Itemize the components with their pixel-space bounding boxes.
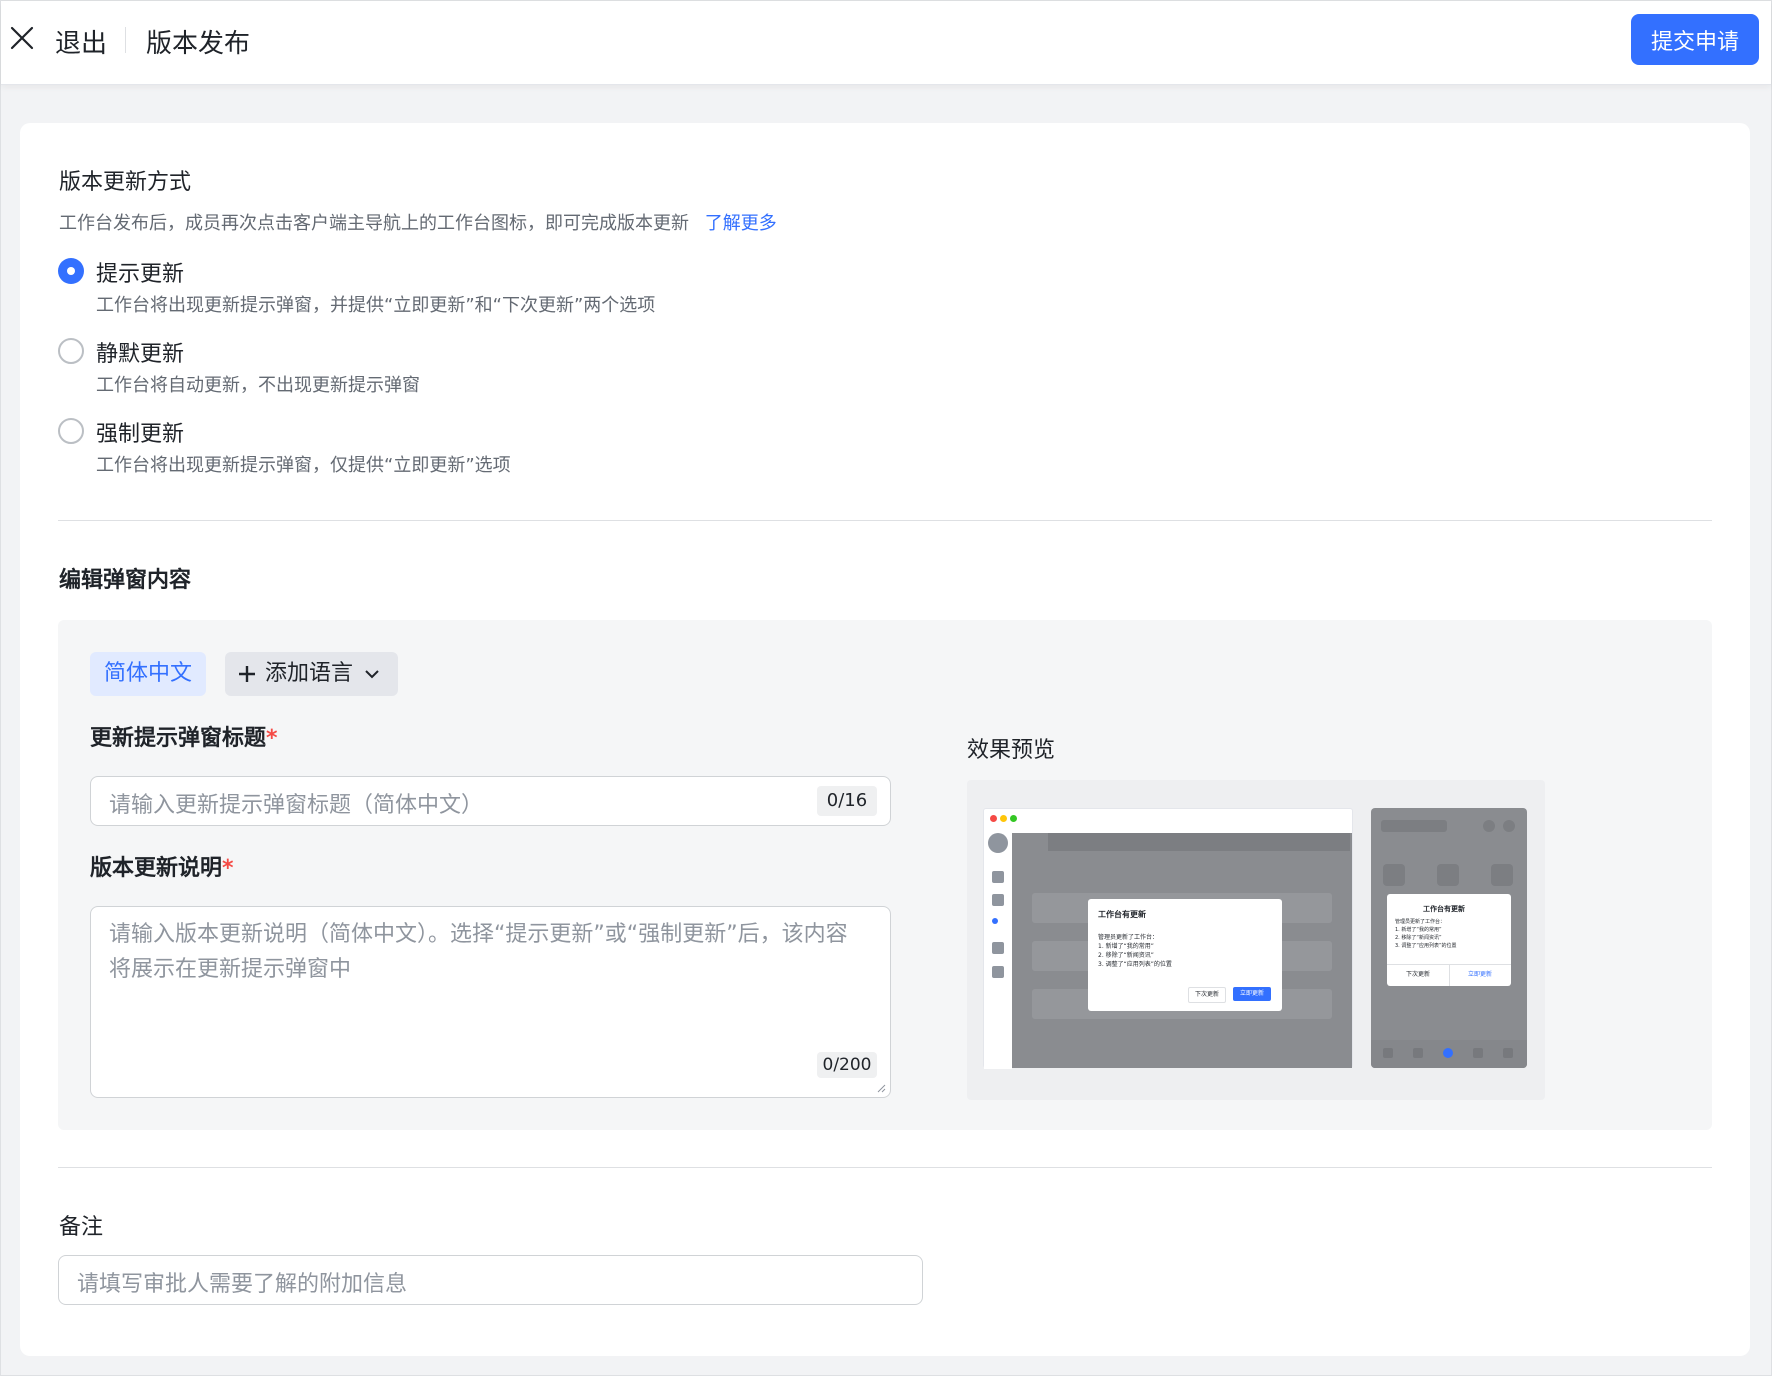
desktop-top-bar bbox=[1048, 833, 1350, 851]
desktop-sidebar bbox=[984, 825, 1012, 1069]
workplace-icon bbox=[992, 918, 998, 924]
remark-input[interactable]: 请填写审批人需要了解的附加信息 bbox=[58, 1255, 923, 1305]
nav-icon bbox=[992, 942, 1004, 954]
radio-label-forced-update[interactable]: 强制更新 bbox=[96, 416, 184, 448]
chevron-down-icon bbox=[365, 670, 379, 679]
radio-desc-silent-update: 工作台将自动更新，不出现更新提示弹窗 bbox=[96, 375, 420, 396]
exit-button[interactable]: 退出 bbox=[55, 23, 107, 60]
mobile-preview-dialog: 工作台有更新 管理员更新了工作台： 1. 新增了“我的常用” 2. 移除了“新闻… bbox=[1387, 894, 1511, 986]
radio-desc-forced-update: 工作台将出现更新提示弹窗，仅提供“立即更新”选项 bbox=[96, 455, 511, 476]
radio-prompt-update[interactable] bbox=[58, 258, 84, 284]
popup-editor-panel: 简体中文 添加语言 更新提示弹窗标题* 请输入更新提示弹窗标题（简体中文） 0/… bbox=[58, 620, 1712, 1130]
section-divider bbox=[58, 520, 1712, 521]
nav-icon bbox=[992, 871, 1004, 883]
page-title: 版本发布 bbox=[146, 29, 251, 59]
radio-label-silent-update[interactable]: 静默更新 bbox=[96, 336, 184, 368]
title-char-counter: 0/16 bbox=[817, 786, 877, 816]
mobile-bottom-nav bbox=[1371, 1040, 1527, 1068]
mobile-preview: 工作台有更新 管理员更新了工作台： 1. 新增了“我的常用” 2. 移除了“新闻… bbox=[1371, 808, 1527, 1068]
desktop-preview-dialog: 工作台有更新 管理员更新了工作台： 1. 新增了“我的常用” 2. 移除了“新闻… bbox=[1088, 899, 1282, 1011]
header-divider bbox=[125, 27, 126, 53]
preview-label: 效果预览 bbox=[967, 738, 1056, 763]
nav-icon bbox=[992, 966, 1004, 978]
top-bar: 退出 版本发布 提交申请 bbox=[1, 1, 1771, 85]
title-field-label: 更新提示弹窗标题* bbox=[90, 726, 278, 751]
update-description-textarea[interactable]: 请输入版本更新说明（简体中文）。选择“提示更新”或“强制更新”后，该内容将展示在… bbox=[90, 906, 891, 1098]
app-frame: 退出 版本发布 提交申请 版本更新方式 工作台发布后，成员再次点击客户端主导航上… bbox=[0, 0, 1772, 1376]
radio-desc-prompt-update: 工作台将出现更新提示弹窗，并提供“立即更新”和“下次更新”两个选项 bbox=[96, 295, 656, 316]
learn-more-link[interactable]: 了解更多 bbox=[705, 213, 777, 234]
update-method-description: 工作台发布后，成员再次点击客户端主导航上的工作台图标，即可完成版本更新 了解更多 bbox=[59, 213, 777, 234]
plus-icon bbox=[239, 666, 255, 682]
radio-forced-update[interactable] bbox=[58, 418, 84, 444]
preview-area: 工作台有更新 管理员更新了工作台： 1. 新增了“我的常用” 2. 移除了“新闻… bbox=[967, 780, 1545, 1100]
close-icon[interactable] bbox=[9, 25, 35, 51]
desktop-main-area: 工作台有更新 管理员更新了工作台： 1. 新增了“我的常用” 2. 移除了“新闻… bbox=[1012, 833, 1352, 1068]
form-card: 版本更新方式 工作台发布后，成员再次点击客户端主导航上的工作台图标，即可完成版本… bbox=[20, 123, 1750, 1356]
window-dot-yellow bbox=[1000, 815, 1007, 822]
window-dot-green bbox=[1010, 815, 1017, 822]
desc-field-label: 版本更新说明* bbox=[90, 856, 234, 881]
remark-title: 备注 bbox=[59, 1215, 104, 1240]
desktop-preview: 工作台有更新 管理员更新了工作台： 1. 新增了“我的常用” 2. 移除了“新闻… bbox=[983, 808, 1353, 1069]
radio-silent-update[interactable] bbox=[58, 338, 84, 364]
avatar bbox=[988, 833, 1008, 853]
submit-application-button[interactable]: 提交申请 bbox=[1631, 14, 1759, 65]
radio-label-prompt-update[interactable]: 提示更新 bbox=[96, 256, 184, 288]
desc-char-counter: 0/200 bbox=[817, 1052, 877, 1078]
workplace-icon bbox=[1443, 1048, 1453, 1058]
add-language-button[interactable]: 添加语言 bbox=[225, 652, 398, 696]
update-method-title: 版本更新方式 bbox=[59, 170, 192, 195]
window-dot-red bbox=[990, 815, 997, 822]
nav-icon bbox=[992, 894, 1004, 906]
popup-title-input[interactable]: 请输入更新提示弹窗标题（简体中文） 0/16 bbox=[90, 776, 891, 826]
popup-editor-title: 编辑弹窗内容 bbox=[59, 568, 192, 593]
language-tab-zh[interactable]: 简体中文 bbox=[90, 652, 206, 696]
resize-handle-icon[interactable] bbox=[876, 1083, 886, 1093]
section-divider bbox=[58, 1167, 1712, 1168]
